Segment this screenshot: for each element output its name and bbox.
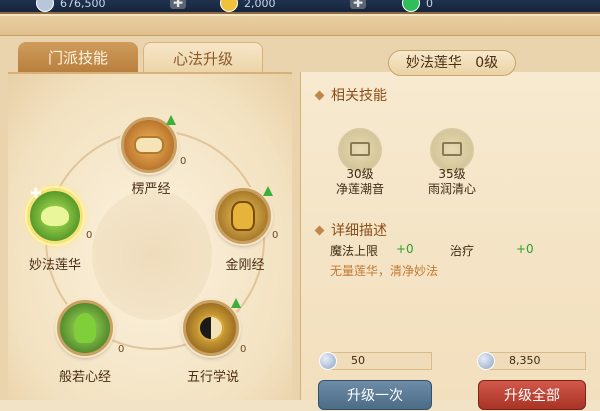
skill-level: 0 <box>272 230 279 241</box>
plus-badge-icon: ✚ <box>30 186 42 202</box>
resource-bar: 676,500 ✚ 2,000 ✚ 0 <box>0 0 600 14</box>
skill-scroll-icon <box>350 142 370 156</box>
upgrade-once-button[interactable]: 升级一次 <box>318 380 432 410</box>
diamond-icon <box>314 90 325 100</box>
skill-title-level: 0级 <box>475 55 499 71</box>
skill-name: 五行学说 <box>186 370 239 385</box>
stat-label: 治疗 <box>450 244 475 258</box>
silver-coin-icon <box>477 352 495 370</box>
skill-scroll-icon <box>442 142 462 156</box>
jade-icon <box>402 0 420 12</box>
frame-header <box>0 16 600 36</box>
lotus-icon <box>41 206 69 226</box>
skill-lengyanjing[interactable] <box>121 117 177 173</box>
diamond-icon <box>314 225 325 235</box>
yinyang-icon <box>198 315 224 341</box>
skill-name: 般若心经 <box>58 370 111 385</box>
detail-desc-heading: 详细描述 <box>314 220 387 240</box>
upgrade-all-button[interactable]: 升级全部 <box>478 380 586 410</box>
related-skills-heading: 相关技能 <box>314 85 387 105</box>
golden-mask-icon <box>231 201 255 231</box>
stat-label: 魔法上限 <box>330 244 379 258</box>
gold-coin-icon <box>220 0 238 12</box>
skill-level: 0 <box>240 344 247 355</box>
green-monk-icon <box>74 313 96 343</box>
silver-value: 676,500 <box>60 0 106 10</box>
silver-coin-icon <box>36 0 54 12</box>
gold-value: 2,000 <box>244 0 276 10</box>
stat-value: +0 <box>396 242 414 256</box>
silver-coin-icon <box>319 352 337 370</box>
detail-desc-title: 详细描述 <box>331 223 387 239</box>
plus-icon: ✚ <box>170 0 186 9</box>
skill-level: 0 <box>86 230 93 241</box>
cost-value: 8,350 <box>509 354 541 367</box>
plus-icon: ✚ <box>350 0 366 9</box>
scroll-icon <box>134 136 164 154</box>
related-skills-title: 相关技能 <box>331 88 387 104</box>
skill-name: 楞严经 <box>131 182 171 197</box>
jade-value: 0 <box>426 0 433 10</box>
upgrade-arrow-icon <box>231 298 241 308</box>
skill-name: 妙法莲华 <box>28 258 81 273</box>
skill-description: 无量莲华，清净妙法 <box>330 264 439 278</box>
cost-value: 50 <box>351 354 365 367</box>
skill-jingangjing[interactable] <box>215 188 271 244</box>
skill-boruoxinjing[interactable] <box>57 300 113 356</box>
skill-level: 0 <box>180 156 187 167</box>
related-skill-name: 净莲潮音 <box>335 182 384 196</box>
lotus-emblem-icon <box>92 190 212 320</box>
skill-title-banner: 妙法莲华 0级 <box>388 50 516 76</box>
upgrade-arrow-icon <box>263 186 273 196</box>
tab-sect-skills[interactable]: 门派技能 <box>18 42 138 74</box>
tab-mind-upgrade[interactable]: 心法升级 <box>143 42 263 74</box>
skill-wuxingxueshuo[interactable] <box>183 300 239 356</box>
stat-value: +0 <box>516 242 534 256</box>
gold-resource: 2,000 <box>220 0 276 12</box>
upgrade-arrow-icon <box>166 115 176 125</box>
related-skill-name: 雨润清心 <box>427 182 476 196</box>
upgrade-once-cost: 50 <box>319 352 432 370</box>
jade-resource: 0 <box>402 0 433 12</box>
skill-level: 0 <box>118 344 125 355</box>
silver-resource: 676,500 <box>36 0 106 12</box>
skill-name: 金刚经 <box>225 258 265 273</box>
upgrade-all-cost: 8,350 <box>477 352 586 370</box>
skill-title: 妙法莲华 <box>405 55 462 71</box>
